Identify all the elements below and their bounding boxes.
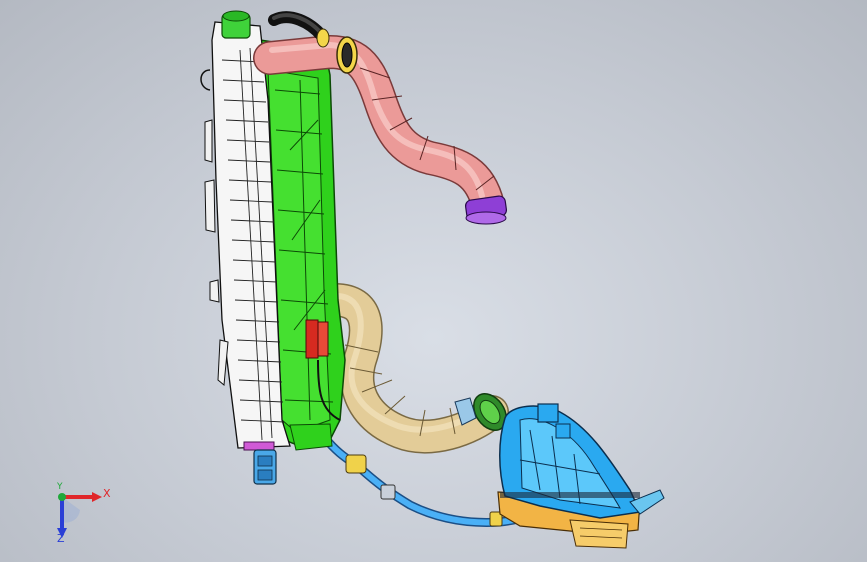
- y-axis-dot: [58, 493, 66, 501]
- z-axis-label: Z: [57, 532, 65, 545]
- expansion-tank[interactable]: [499, 403, 665, 519]
- drain-connector[interactable]: [253, 449, 277, 485]
- x-axis-label: X: [103, 487, 111, 500]
- lower-hose[interactable]: [318, 283, 513, 454]
- y-axis-label: Y: [57, 482, 63, 492]
- cad-viewport[interactable]: X Y Z: [0, 0, 867, 562]
- cad-model-scene[interactable]: [0, 0, 867, 562]
